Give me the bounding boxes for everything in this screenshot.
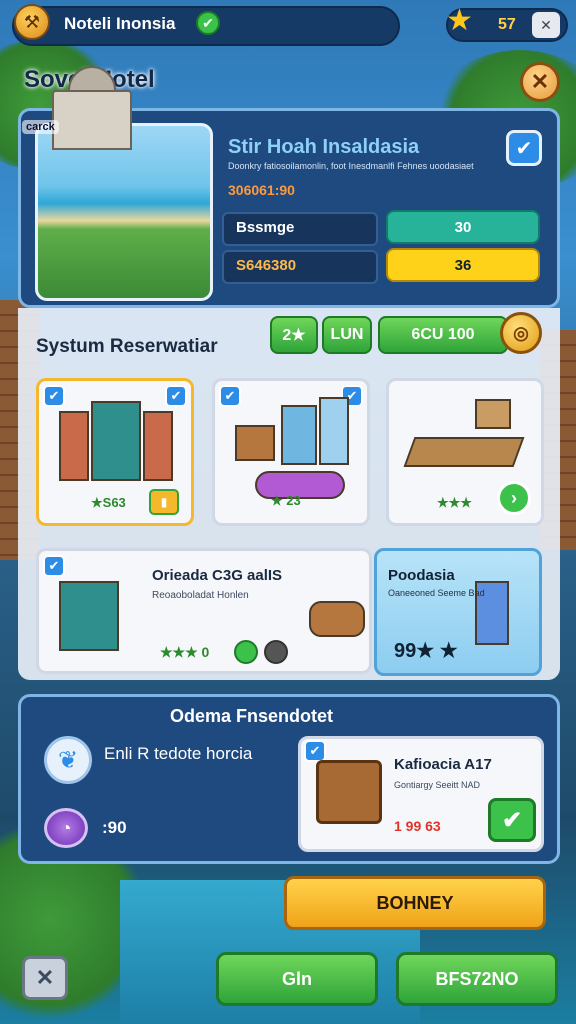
coin-pill[interactable]: 6CU 100 [378,316,508,354]
check-icon: ✔ [165,385,187,407]
status-dot-inactive[interactable] [264,640,288,664]
feature-subtitle: Reoaoboladat Honlen [152,590,249,601]
gavel-icon[interactable]: ⚒ [14,4,50,40]
hotel-tag: carck [22,120,59,134]
card-rating: ★S63 [91,495,126,510]
hotel-tower [143,411,173,481]
side-card-subtitle: Oaneeoned Seeme Bad [388,588,485,598]
check-icon: ✔ [43,555,65,577]
star-count: 57 [498,16,516,33]
stat-label: Bssmge [236,219,295,236]
check-icon: ✔ [304,740,326,762]
card-rating: ★ 23 [271,493,301,508]
room-card[interactable]: ★★★ › [386,378,544,526]
check-icon: ✔ [43,385,65,407]
hotel-price: 306061:90 [228,182,295,198]
sign-item [475,399,511,429]
next-arrow-icon[interactable]: › [497,481,531,515]
side-card-title: Poodasia [388,567,455,584]
furniture [235,425,275,461]
coin-icon[interactable]: ◎ [500,312,542,354]
chest-icon [316,760,382,824]
mode-pill[interactable]: LUN [322,316,372,354]
star-icon: ★ [446,4,473,37]
hotel-name: Stir Hoah Insaldasia [228,136,420,158]
verified-check-icon: ✔ [196,11,220,35]
leaf-icon[interactable]: ❦ [44,736,92,784]
timer: :90 [102,818,127,837]
hotel-subtitle: Doonkry fatiosoilamonlin, foot Inesdmanl… [228,161,474,171]
status-dot-active[interactable] [234,640,258,664]
close-icon[interactable]: ✕ [22,956,68,1000]
card-badge: ▮ [149,489,179,515]
offer-price: 1 99 63 [394,818,441,834]
feature-rating: ★★★ 0 [160,644,210,660]
confirm-check-button[interactable]: ✔ [488,798,536,842]
offer-description: Enli R tedote horcia [104,744,253,763]
menu-button[interactable]: ✕ [532,12,560,38]
stat-bar: 30 [386,210,540,244]
primary-action-button[interactable]: BOHNEY [284,876,546,930]
left-action-button[interactable]: Gln [216,952,378,1006]
hotel-tower [59,581,119,651]
pavilion-building [52,90,132,150]
stat-bar: 36 [386,248,540,282]
hotel-tower [281,405,317,465]
hotel-tower [59,411,89,481]
stat-label: S646380 [236,257,297,274]
side-card-rating: 99★ ★ [394,640,458,662]
log-item [309,601,365,637]
hotel-select-checkbox[interactable]: ✔ [506,130,542,166]
timer-icon: ◔ [44,808,88,848]
feature-title: Orieada C3G aalIS [152,567,283,584]
card-rating: ★★★ [437,495,472,510]
section-title: Systum Reserwatiar [36,336,218,357]
check-icon: ✔ [219,385,241,407]
room-card[interactable]: ✔ ✔ ★ 23 [212,378,370,526]
hotel-tower [91,401,141,481]
offer-title: Kafioacia A17 [394,756,492,773]
level-pill[interactable]: 2★ [270,316,318,354]
hotel-tower [319,397,349,465]
top-bar: ⚒ Noteli Inonsia ✔ ★ 57 ✕ [0,0,576,52]
offer-panel-title: Odema Fnsendotet [170,706,334,726]
deck-item [403,437,525,467]
close-button[interactable]: ✕ [520,62,560,102]
right-action-button[interactable]: BFS72NO [396,952,558,1006]
room-card[interactable]: ✔ ✔ ★S63 ▮ [36,378,194,526]
offer-subtitle: Gontiargy Seeitt NAD [394,780,481,790]
app-title: Noteli Inonsia [64,14,176,33]
